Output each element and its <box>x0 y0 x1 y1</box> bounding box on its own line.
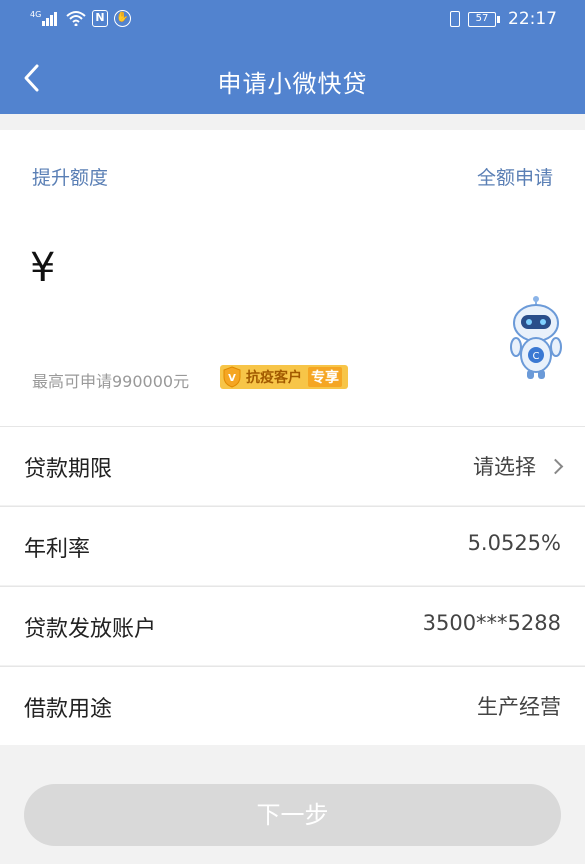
row-label: 借款用途 <box>24 697 113 722</box>
hand-icon: ✋ <box>114 9 131 27</box>
network-type: 4G <box>30 10 41 19</box>
status-bar: 4G N ✋ 57 22:17 <box>0 0 585 40</box>
status-right: 57 22:17 <box>450 9 557 29</box>
vibrate-icon <box>450 11 460 27</box>
loan-purpose-row[interactable]: 借款用途 生产经营 <box>0 666 585 745</box>
badge-tag: 专享 <box>308 367 342 387</box>
loan-term-row[interactable]: 贷款期限 请选择 <box>0 426 585 505</box>
badge-label: 抗疫客户 <box>246 370 302 386</box>
status-left: 4G N ✋ <box>30 9 131 27</box>
row-value: 5.0525% <box>467 531 561 555</box>
svg-text:C: C <box>533 351 540 362</box>
shield-icon: V <box>223 366 241 388</box>
robot-mascot-icon: C <box>510 296 562 379</box>
row-value: 3500***5288 <box>422 611 561 635</box>
exclusive-badge: V 抗疫客户 专享 <box>220 365 348 389</box>
row-label: 贷款发放账户 <box>24 617 157 642</box>
disbursement-account-row: 贷款发放账户 3500***5288 <box>0 586 585 665</box>
page-title: 申请小微快贷 <box>217 70 368 98</box>
battery-level: 57 <box>468 11 496 27</box>
max-amount-text: 最高可申请990000元 <box>32 372 190 391</box>
clock: 22:17 <box>508 9 557 29</box>
full-apply-link[interactable]: 全额申请 <box>477 163 553 190</box>
amount-input-currency[interactable]: ¥ <box>30 245 55 291</box>
chevron-right-icon <box>547 458 564 474</box>
loan-amount-card: 提升额度 全额申请 ¥ 最高可申请990000元 V 抗疫客户 专享 C <box>0 130 585 426</box>
row-value: 请选择 <box>473 455 536 479</box>
next-step-button[interactable]: 下一步 <box>24 784 561 846</box>
signal-icon: 4G <box>30 10 57 26</box>
battery-icon: 57 <box>468 11 500 27</box>
wifi-icon <box>66 11 86 26</box>
row-value: 生产经营 <box>477 695 561 719</box>
nfc-icon: N <box>92 9 108 27</box>
annual-rate-row: 年利率 5.0525% <box>0 506 585 585</box>
row-label: 年利率 <box>24 537 91 562</box>
header: 4G N ✋ 57 22:17 申请小微快贷 <box>0 0 585 114</box>
raise-limit-link[interactable]: 提升额度 <box>32 163 108 190</box>
svg-text:V: V <box>228 373 236 384</box>
row-label: 贷款期限 <box>24 457 113 482</box>
